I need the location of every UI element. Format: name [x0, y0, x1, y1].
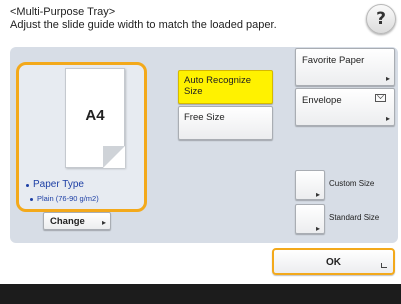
paper-fold-corner	[103, 146, 125, 168]
paper-type-value: Plain (76-90 g/m2)	[37, 194, 99, 203]
standard-size-button[interactable]: ▸	[295, 204, 325, 234]
paper-size-label: A4	[85, 107, 105, 124]
custom-size-button[interactable]: ▸	[295, 170, 325, 200]
favorite-paper-button[interactable]: Favorite Paper ▸	[295, 48, 395, 86]
paper-type-label: Paper Type	[33, 179, 84, 190]
enter-icon	[381, 263, 387, 268]
help-button[interactable]: ?	[366, 4, 396, 34]
change-button[interactable]: Change ▸	[43, 212, 111, 230]
envelope-label: Envelope	[302, 95, 342, 106]
auto-recognize-size-button[interactable]: Auto Recognize Size	[178, 70, 273, 104]
header: <Multi-Purpose Tray> Adjust the slide gu…	[10, 6, 340, 32]
free-size-button[interactable]: Free Size	[178, 106, 273, 140]
status-bar	[0, 284, 401, 304]
ok-button[interactable]: OK	[272, 248, 395, 275]
paper-type-bullet	[26, 184, 29, 187]
auto-recognize-label-line1: Auto Recognize	[184, 75, 252, 86]
envelope-button[interactable]: Envelope ▸	[295, 88, 395, 126]
ok-button-label: OK	[326, 257, 341, 268]
paper-icon: A4	[65, 68, 125, 168]
instruction-text: Adjust the slide guide width to match th…	[10, 19, 277, 31]
change-button-label: Change	[50, 216, 85, 227]
free-size-label: Free Size	[184, 112, 225, 123]
tray-title: <Multi-Purpose Tray>	[10, 6, 116, 18]
paper-type-value-bullet	[30, 198, 33, 201]
envelope-icon	[375, 92, 386, 102]
arrow-right-icon: ▸	[316, 224, 321, 233]
arrow-right-icon: ▸	[386, 74, 391, 83]
arrow-right-icon: ▸	[102, 218, 107, 227]
arrow-right-icon: ▸	[386, 114, 391, 123]
favorite-paper-label: Favorite Paper	[302, 55, 365, 66]
standard-size-label: Standard Size	[329, 213, 380, 222]
arrow-right-icon: ▸	[316, 190, 321, 199]
auto-recognize-label-line2: Size	[184, 86, 203, 97]
custom-size-label: Custom Size	[329, 179, 375, 188]
